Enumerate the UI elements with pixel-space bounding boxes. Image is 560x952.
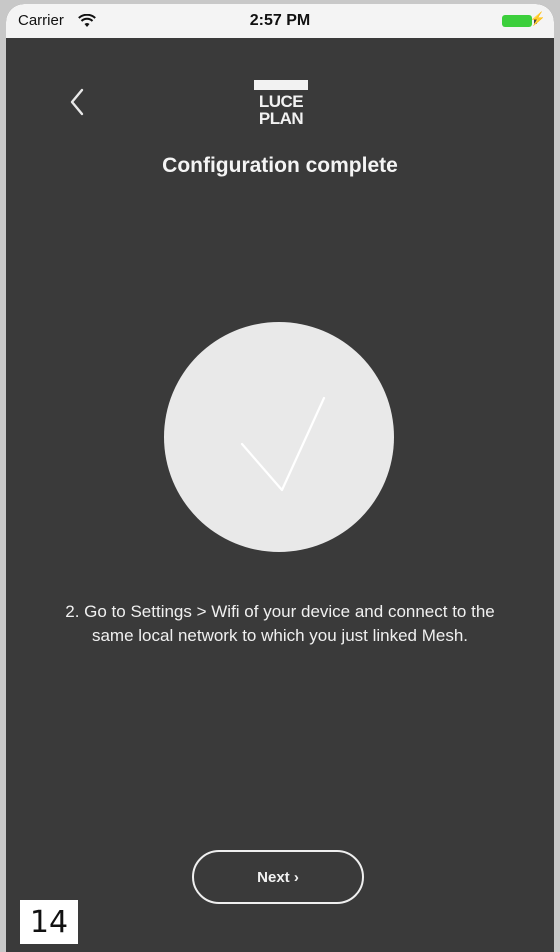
next-button[interactable]: Next ›: [192, 850, 364, 904]
logo-bar: [254, 80, 308, 90]
page-title: Configuration complete: [162, 154, 398, 177]
success-circle: [164, 322, 394, 552]
app-screen: Carrier 2:57 PM ⚡ LUCE PLAN Configuratio…: [6, 4, 554, 952]
device-frame: Carrier 2:57 PM ⚡ LUCE PLAN Configuratio…: [0, 0, 560, 952]
status-bar: Carrier 2:57 PM ⚡: [6, 4, 554, 38]
charging-icon: ⚡: [529, 11, 546, 26]
back-button[interactable]: [64, 82, 94, 122]
page-number: 14: [20, 900, 78, 944]
logo-line-2: PLAN: [258, 109, 304, 128]
battery-icon: [502, 15, 532, 27]
logo-line-1: LUCE: [258, 92, 304, 111]
status-time: 2:57 PM: [249, 12, 311, 29]
instruction-text: 2. Go to Settings > Wifi of your device …: [65, 602, 495, 645]
chevron-left-icon: [70, 88, 84, 116]
luceplan-logo: LUCE PLAN: [254, 80, 308, 136]
checkmark-icon: [240, 396, 326, 492]
